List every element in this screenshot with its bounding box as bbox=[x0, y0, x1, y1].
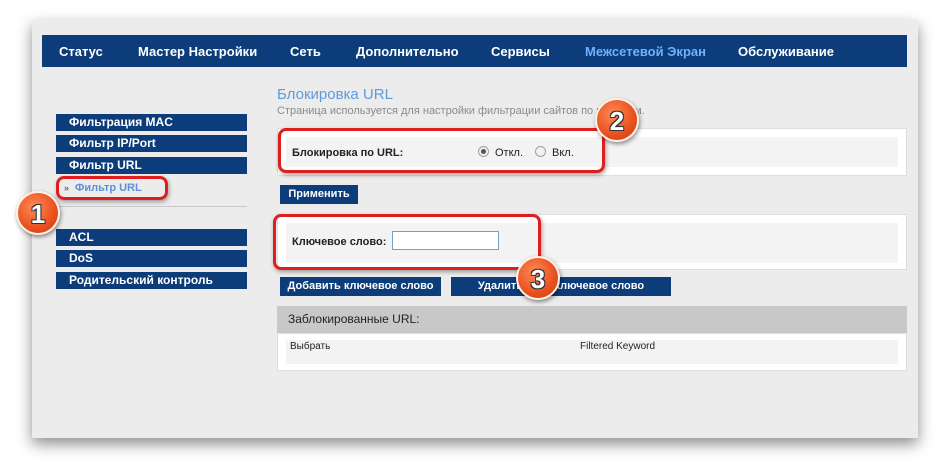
nav-maintenance[interactable]: Обслуживание bbox=[738, 44, 834, 59]
column-select: Выбрать bbox=[290, 341, 331, 352]
sidebar-item-parental-control[interactable]: Родительский контроль bbox=[56, 272, 247, 289]
step-marker-1: 1 bbox=[16, 191, 60, 235]
step-marker-3: 3 bbox=[516, 256, 560, 300]
nav-firewall[interactable]: Межсетевой Экран bbox=[585, 44, 706, 59]
page-title: Блокировка URL bbox=[277, 86, 393, 103]
nav-services[interactable]: Сервисы bbox=[491, 44, 550, 59]
page-description: Страница используется для настройки филь… bbox=[277, 105, 645, 117]
sidebar-divider bbox=[56, 206, 247, 207]
nav-status[interactable]: Статус bbox=[59, 44, 103, 59]
sidebar-item-ip-port-filter[interactable]: Фильтр IP/Port bbox=[56, 135, 247, 152]
highlight-keyword bbox=[273, 214, 541, 270]
sidebar-item-url-filter[interactable]: Фильтр URL bbox=[56, 157, 247, 174]
add-keyword-button[interactable]: Добавить ключевое слово bbox=[280, 277, 441, 296]
nav-advanced[interactable]: Дополнительно bbox=[356, 44, 459, 59]
blocked-urls-table: Выбрать Filtered Keyword bbox=[277, 333, 907, 371]
step-marker-2: 2 bbox=[595, 98, 639, 142]
column-filtered-keyword: Filtered Keyword bbox=[580, 341, 656, 352]
sidebar-item-mac-filter[interactable]: Фильтрация MAC bbox=[56, 114, 247, 131]
blocked-urls-header: Заблокированные URL: bbox=[277, 306, 907, 333]
nav-setup-wizard[interactable]: Мастер Настройки bbox=[138, 44, 257, 59]
sidebar-item-dos[interactable]: DoS bbox=[56, 250, 247, 267]
nav-network[interactable]: Сеть bbox=[290, 44, 321, 59]
top-navigation: Статус Мастер Настройки Сеть Дополнитель… bbox=[42, 35, 907, 67]
highlight-url-filter bbox=[56, 176, 168, 200]
delete-keyword-button[interactable]: Удалить вы е ключевое слово bbox=[451, 277, 671, 296]
highlight-url-block bbox=[278, 128, 605, 173]
apply-button[interactable]: Применить bbox=[280, 185, 358, 204]
sidebar-item-acl[interactable]: ACL bbox=[56, 229, 247, 246]
